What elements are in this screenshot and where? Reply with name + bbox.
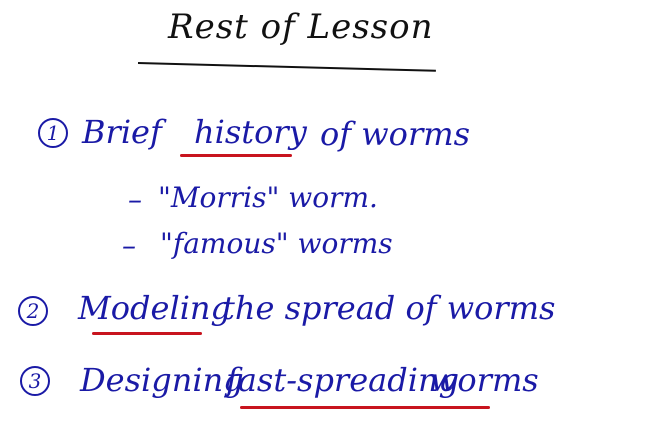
subitem-1-dash: – bbox=[128, 183, 142, 216]
item-1-pre: Brief bbox=[82, 113, 162, 151]
item-1-underline bbox=[180, 154, 292, 157]
item-3-number: 3 bbox=[20, 366, 50, 396]
item-1-highlight: history bbox=[194, 113, 307, 151]
item-3-pre: Designing bbox=[80, 361, 244, 399]
item-3-highlight: fast-spreading bbox=[226, 361, 460, 399]
item-2-number: 2 bbox=[18, 296, 48, 326]
lesson-whiteboard: Rest of Lesson 1 Brief history of worms … bbox=[0, 0, 661, 426]
subitem-2-text: "famous" worms bbox=[160, 227, 393, 260]
item-3-post: worms bbox=[430, 361, 539, 399]
title-underline bbox=[137, 62, 436, 72]
item-2-underline bbox=[92, 332, 202, 335]
item-1-number: 1 bbox=[38, 118, 68, 148]
item-2-highlight: Modeling bbox=[78, 289, 232, 327]
item-2-post: the spread of worms bbox=[222, 289, 556, 327]
page-title: Rest of Lesson bbox=[168, 7, 434, 47]
subitem-1-text: "Morris" worm. bbox=[158, 181, 378, 214]
item-1-post: of worms bbox=[320, 115, 470, 153]
item-3-underline bbox=[240, 406, 490, 409]
subitem-2-dash: – bbox=[122, 229, 136, 262]
